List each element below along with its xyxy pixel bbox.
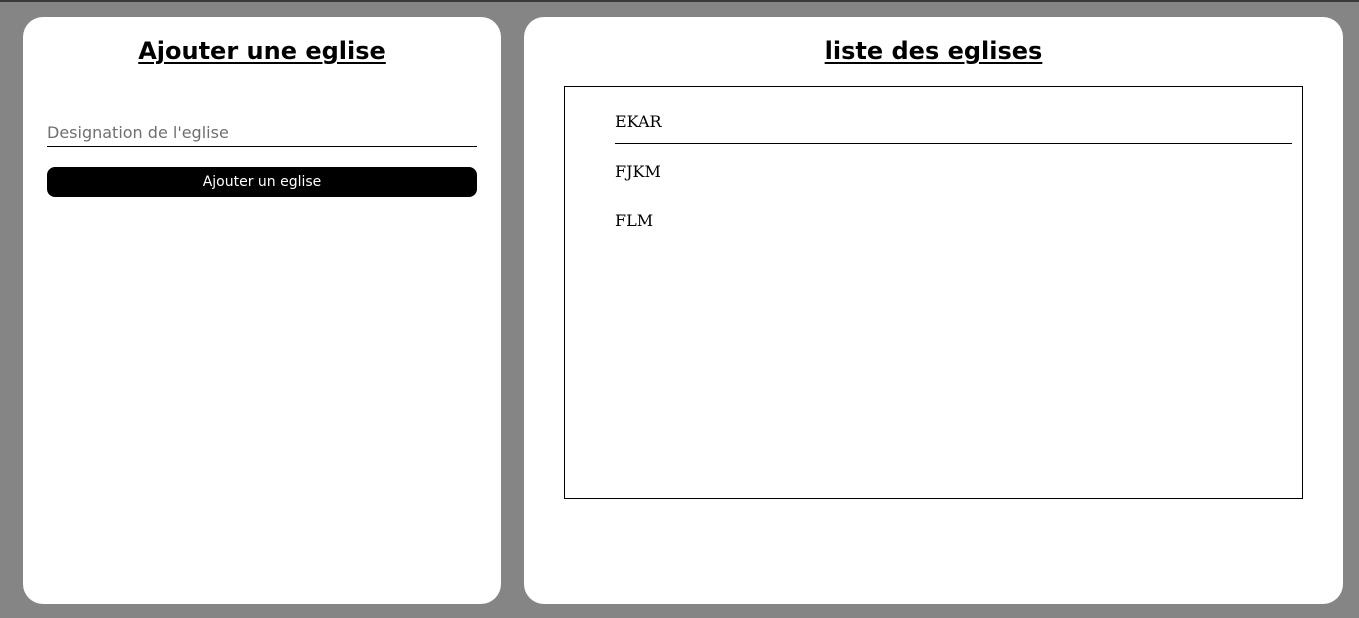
church-list-item-fjkm[interactable]: FJKM bbox=[615, 159, 1292, 185]
church-list-panel: liste des eglises EKAR FJKM FLM bbox=[524, 17, 1343, 604]
add-church-button[interactable]: Ajouter un eglise bbox=[47, 167, 477, 197]
add-church-title: Ajouter une eglise bbox=[138, 37, 386, 65]
church-designation-input[interactable] bbox=[47, 118, 477, 147]
add-church-panel: Ajouter une eglise Ajouter un eglise bbox=[23, 17, 501, 604]
church-list-item-ekar[interactable]: EKAR bbox=[615, 109, 1292, 144]
church-list-box: EKAR FJKM FLM bbox=[564, 86, 1303, 499]
church-list-item-flm[interactable]: FLM bbox=[615, 208, 1292, 234]
church-list-title: liste des eglises bbox=[824, 37, 1043, 65]
window-top-edge bbox=[0, 0, 1359, 2]
